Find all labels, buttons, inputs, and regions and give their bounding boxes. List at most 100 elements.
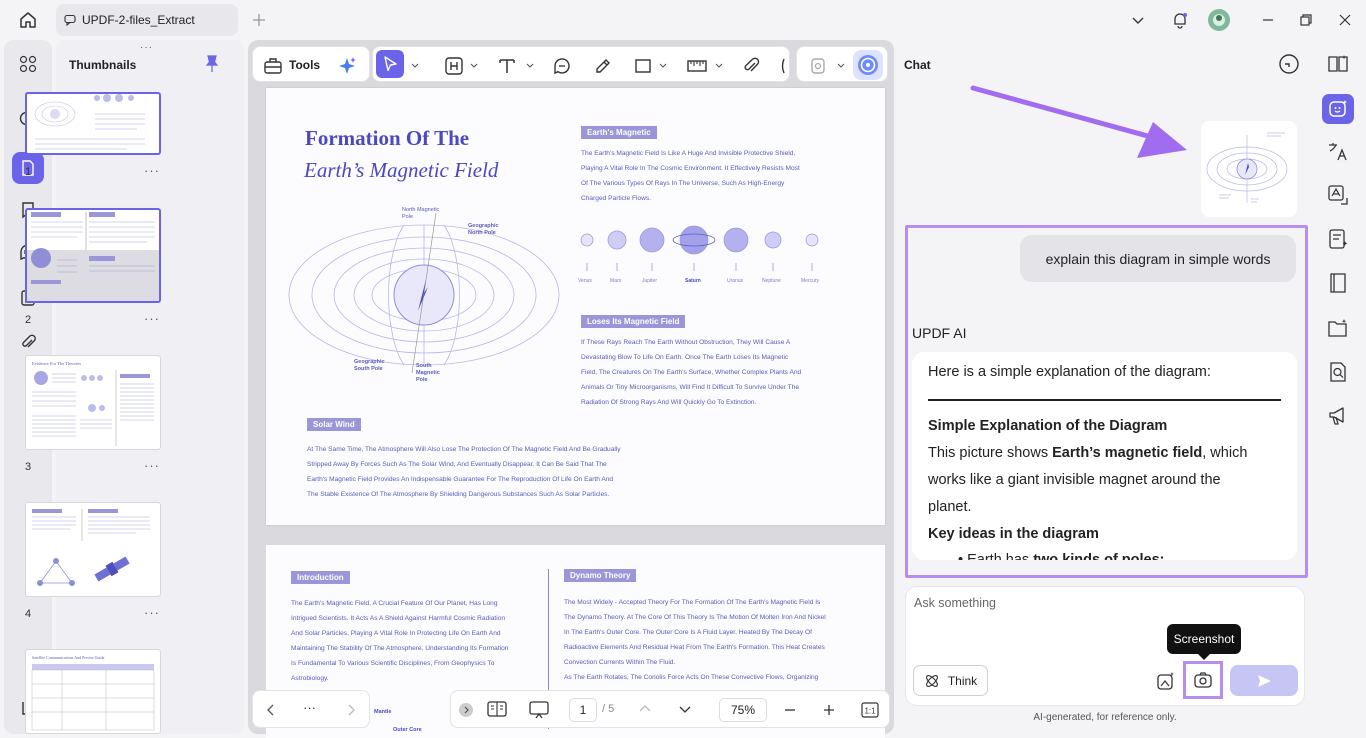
drag-handle[interactable]: ··· [140, 42, 153, 53]
page-number-input[interactable]: 1 [569, 698, 597, 722]
thumbnail-more-icon[interactable]: ··· [144, 163, 160, 178]
history-icon[interactable] [1278, 53, 1300, 75]
home-icon[interactable] [16, 8, 40, 32]
nav-group: ··· [252, 690, 370, 728]
attached-screenshot[interactable] [1201, 121, 1297, 217]
chevron-down-icon[interactable] [678, 703, 692, 715]
thumbnail-more-icon[interactable]: ··· [144, 605, 160, 620]
chevron-down-icon[interactable] [837, 62, 845, 70]
collapse-icon[interactable] [459, 703, 473, 717]
signature-icon[interactable] [774, 55, 796, 77]
heading-icon[interactable] [443, 55, 465, 77]
reader-icon[interactable] [1326, 52, 1350, 76]
attachment-icon[interactable] [740, 55, 762, 77]
tools-label[interactable]: Tools [289, 58, 320, 72]
attachment-icon[interactable] [16, 330, 40, 354]
thumbnail-more-icon[interactable]: ··· [144, 311, 160, 326]
ai-disclaimer: AI-generated, for reference only. [1033, 712, 1177, 723]
chat-title: Chat [904, 58, 931, 72]
restore-icon[interactable] [1294, 8, 1318, 32]
screenshot-tooltip: Screenshot [1167, 624, 1241, 660]
annotation-tools-group [372, 46, 790, 82]
rectangle-icon[interactable] [632, 55, 654, 77]
ask-input[interactable]: Ask something [914, 596, 996, 610]
planet-labels: Venus Mars Jupiter Saturn Uranus Neptune… [578, 278, 820, 284]
zoom-in-icon[interactable] [822, 703, 836, 717]
chevron-down-icon[interactable] [526, 62, 534, 70]
chevron-down-icon[interactable] [470, 62, 478, 70]
image-upload-icon[interactable] [1156, 671, 1176, 691]
new-tab-icon[interactable] [247, 8, 271, 32]
section-heading: Loses Its Magnetic Field [581, 315, 686, 328]
zoom-out-icon[interactable] [783, 703, 797, 717]
ai-sparkle-icon[interactable] [336, 55, 358, 77]
more-icon[interactable]: ··· [303, 700, 316, 715]
pen-icon[interactable] [592, 55, 614, 77]
page-navigation-bar: ··· 1 / 5 75% 1:1 [252, 690, 890, 730]
megaphone-icon[interactable] [1326, 404, 1350, 428]
thumbnails-title: Thumbnails [69, 58, 137, 72]
ask-box[interactable]: Ask something Think [905, 586, 1305, 706]
send-button[interactable] [1230, 665, 1298, 696]
send-icon [1258, 674, 1271, 687]
close-icon[interactable] [1333, 8, 1357, 32]
folder-ai-icon[interactable] [1326, 316, 1350, 340]
chevron-down-icon[interactable] [715, 62, 723, 70]
chevron-down-icon[interactable] [411, 62, 419, 70]
thumbnail-page-2[interactable] [25, 208, 161, 303]
bell-icon[interactable] [1168, 8, 1192, 32]
section-heading: Dynamo Theory [564, 569, 637, 582]
translate-icon[interactable] [1326, 140, 1350, 164]
page-title: Formation Of The [305, 126, 470, 150]
minimize-icon[interactable] [1256, 8, 1280, 32]
thumbnail-page-5[interactable]: Satellite Communications And Precise Gui… [25, 649, 161, 734]
chevron-down-icon[interactable] [1126, 8, 1150, 32]
pin-icon[interactable] [204, 55, 220, 73]
chevron-right-icon[interactable] [345, 703, 357, 717]
title-bar: UPDF-2-files_Extract [0, 0, 1366, 40]
presentation-icon[interactable] [528, 700, 550, 720]
summarize-icon[interactable] [1326, 227, 1350, 251]
ocr-icon[interactable] [1326, 183, 1350, 207]
ai-chat-icon[interactable] [1322, 94, 1354, 124]
thumbnail-page-3[interactable]: Evidence For The Theories [25, 355, 161, 450]
actual-size-icon[interactable]: 1:1 [861, 702, 879, 718]
document-tab[interactable]: UPDF-2-files_Extract [56, 4, 238, 36]
comment-icon[interactable] [551, 55, 573, 77]
section-heading: Solar Wind [307, 418, 361, 431]
chevron-left-icon[interactable] [265, 703, 277, 717]
avatar[interactable] [1207, 8, 1231, 32]
thumbnail-page-1[interactable] [25, 92, 161, 155]
ai-assistant-button[interactable] [853, 50, 883, 80]
thumbnail-page-4[interactable] [25, 502, 161, 597]
section-text: The Earth's Magnetic Field Is Like A Hug… [581, 150, 800, 202]
toolbox-icon[interactable] [262, 55, 284, 77]
screenshot-button[interactable] [1183, 661, 1223, 699]
pdf-page-1[interactable]: Formation Of The Earth’s Magnetic Field … [266, 88, 885, 525]
zoom-input[interactable]: 75% [719, 698, 767, 722]
measure-icon[interactable] [686, 55, 708, 77]
stamp-tool-icon[interactable] [807, 55, 829, 77]
book-icon[interactable] [1326, 271, 1350, 295]
svg-text:1:1: 1:1 [864, 707, 876, 716]
chevron-up-icon[interactable] [638, 703, 652, 715]
ai-bullet: • Earth has two kinds of poles: [958, 552, 1165, 560]
page-layout-icon[interactable] [487, 700, 507, 718]
arrow-annotation [970, 85, 1187, 158]
thumbnail-number: 4 [25, 608, 32, 620]
svg-text:Satellite Communications And P: Satellite Communications And Precise Gui… [32, 655, 105, 660]
thumbnail-more-icon[interactable]: ··· [144, 458, 160, 473]
divider [928, 399, 1281, 401]
section-heading: Earth's Magnetic [581, 126, 657, 139]
think-button[interactable]: Think [913, 665, 988, 696]
text-icon[interactable] [496, 55, 518, 77]
user-message: explain this diagram in simple words [1020, 235, 1296, 282]
apps-grid-icon[interactable] [16, 52, 40, 76]
cursor-icon[interactable] [379, 53, 401, 75]
ai-name: UPDF AI [912, 325, 967, 341]
search-document-icon[interactable] [1326, 360, 1350, 384]
ai-response: Here is a simple explanation of the diag… [912, 352, 1297, 560]
ai-heading: Simple Explanation of the Diagram [928, 418, 1168, 434]
chevron-down-icon[interactable] [659, 62, 667, 70]
south-magnetic-label: South Magnetic Pole [416, 363, 440, 383]
